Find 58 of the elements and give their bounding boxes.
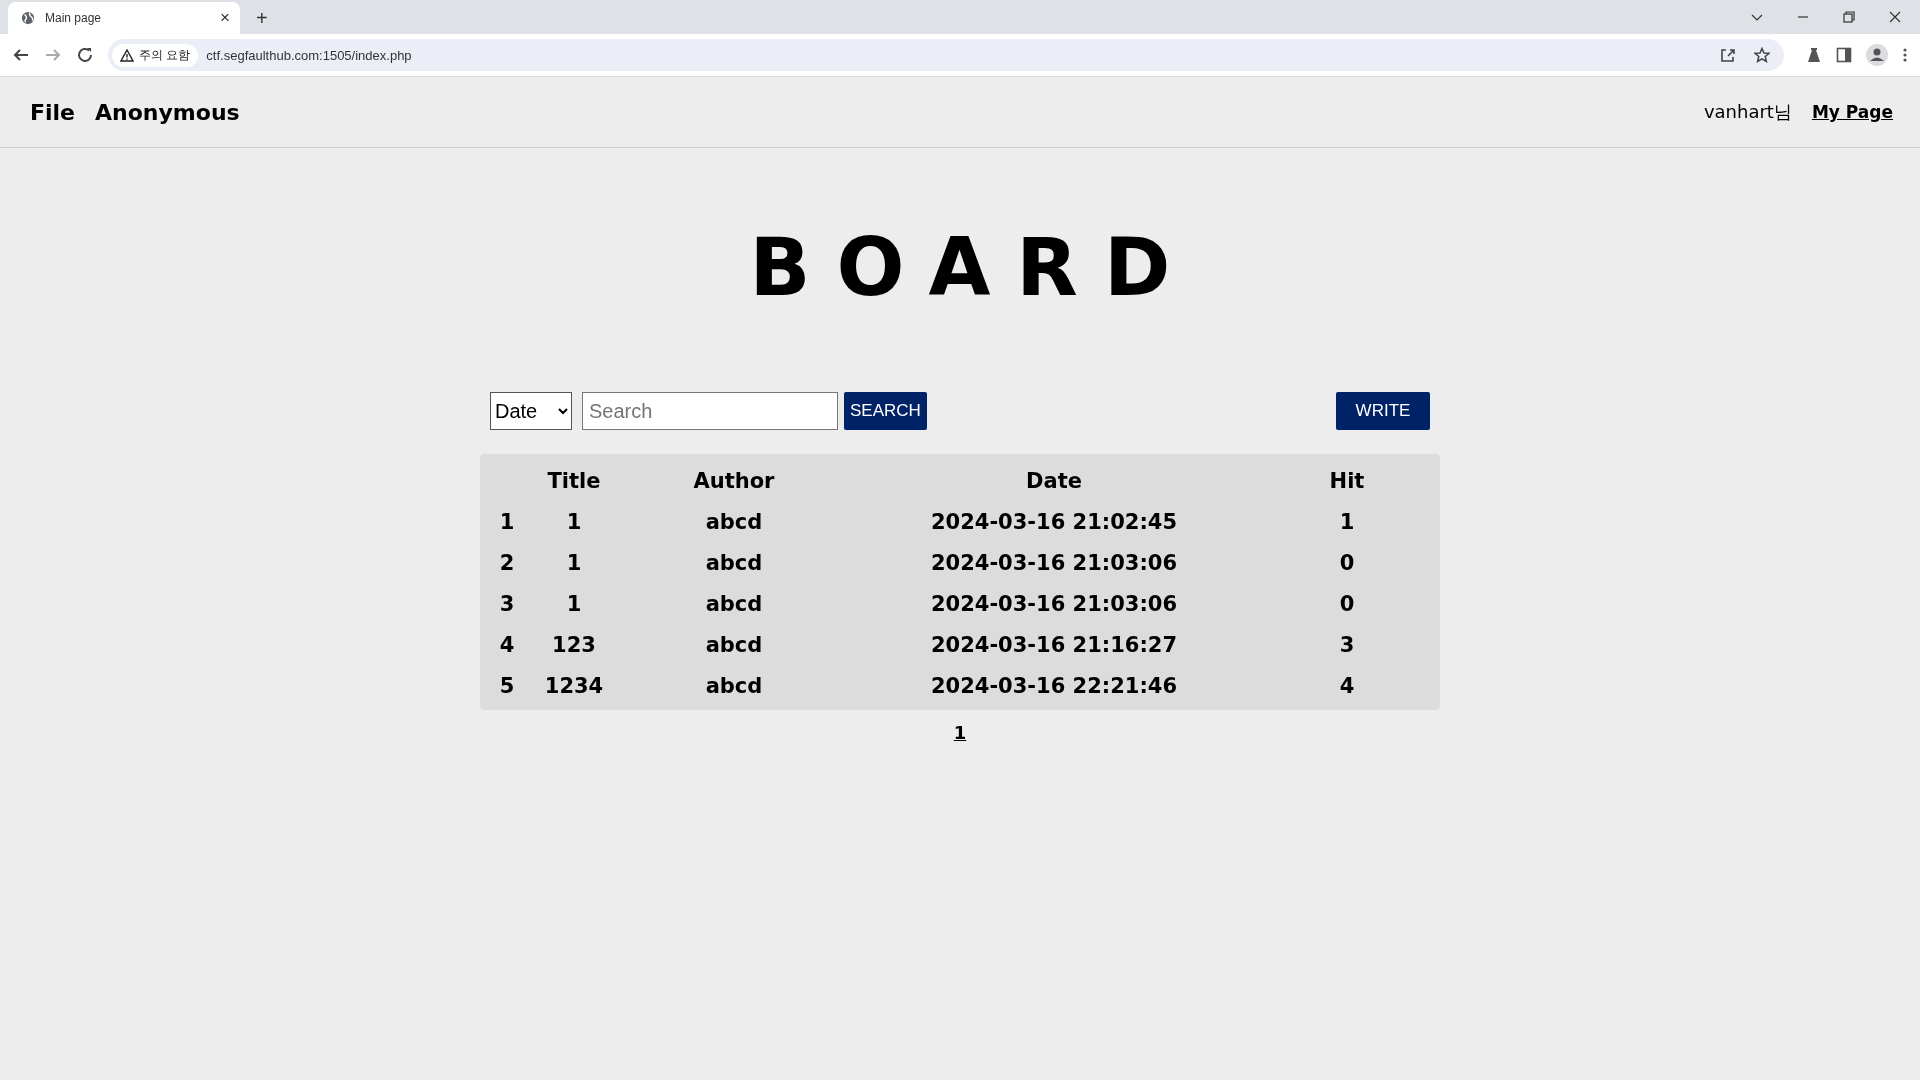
table-cell[interactable]: 123 [552,632,596,657]
table-cell[interactable]: 1 [566,550,582,575]
table-cell: 2 [499,550,515,575]
share-icon[interactable] [1720,47,1736,63]
page-link[interactable]: 1 [953,722,967,743]
table-cell: 2024-03-16 21:16:27 [930,632,1178,657]
table-cell: abcd [705,550,763,575]
table-cell: 1 [499,509,515,534]
table-cell: 5 [499,673,515,698]
column-header: Hit [1329,468,1365,493]
close-tab-button[interactable]: × [220,8,230,28]
table-cell: abcd [705,632,763,657]
side-panel-icon[interactable] [1836,47,1852,63]
table-cell: 3 [1339,632,1355,657]
board-heading: BOARD [748,228,1198,308]
user-name: vanhart님 [1703,100,1792,124]
search-field[interactable]: Search [582,392,838,430]
url-text: ctf.segfaulthub.com:1505/index.php [206,47,412,63]
globe-icon [21,11,35,25]
table-cell: 4 [499,632,515,657]
table-cell: 2024-03-16 22:21:46 [930,673,1178,698]
table-cell[interactable]: 1 [566,591,582,616]
table-cell: 0 [1339,550,1355,575]
more-menu-icon[interactable] [1902,47,1908,63]
tab-title: Main page [45,11,103,25]
nav-link[interactable]: File [30,99,76,125]
close-icon[interactable] [1888,10,1902,24]
column-header: Date [1026,468,1082,493]
table-cell: abcd [705,591,763,616]
reload-icon[interactable] [76,46,94,64]
new-tab-button[interactable]: + [256,7,268,30]
column-header: Title [547,468,601,493]
table-cell: 2024-03-16 21:02:45 [930,509,1178,534]
my-page-link[interactable]: My Page [1811,102,1893,122]
column-header: Author [693,468,775,493]
flask-icon[interactable] [1806,47,1822,63]
table-cell: 1 [1339,509,1355,534]
table-cell: 2024-03-16 21:03:06 [930,591,1178,616]
search-button[interactable]: SEARCH [844,392,927,430]
table-cell: abcd [705,673,763,698]
security-chip[interactable]: 주의 요함 [112,43,199,67]
table-cell: 3 [499,591,515,616]
nav-link[interactable]: Anonymous [95,99,240,125]
table-cell: 2024-03-16 21:03:06 [930,550,1178,575]
profile-avatar-icon[interactable] [1866,44,1888,66]
filter-dropdown[interactable]: Date [490,392,572,430]
table-cell[interactable]: 1 [566,509,582,534]
write-button[interactable]: WRITE [1336,392,1430,430]
security-label: 주의 요함 [139,46,191,64]
browser-tab[interactable]: Main page × [8,2,240,34]
restore-icon[interactable] [1842,10,1856,24]
address-bar[interactable]: 주의 요함 ctf.segfaulthub.com:1505/index.php [108,39,1784,71]
table-cell: abcd [705,509,763,534]
warning-icon [120,48,134,62]
table-cell: 4 [1339,673,1355,698]
star-icon[interactable] [1754,47,1770,63]
table-cell[interactable]: 1234 [544,673,604,698]
table-cell: 0 [1339,591,1355,616]
